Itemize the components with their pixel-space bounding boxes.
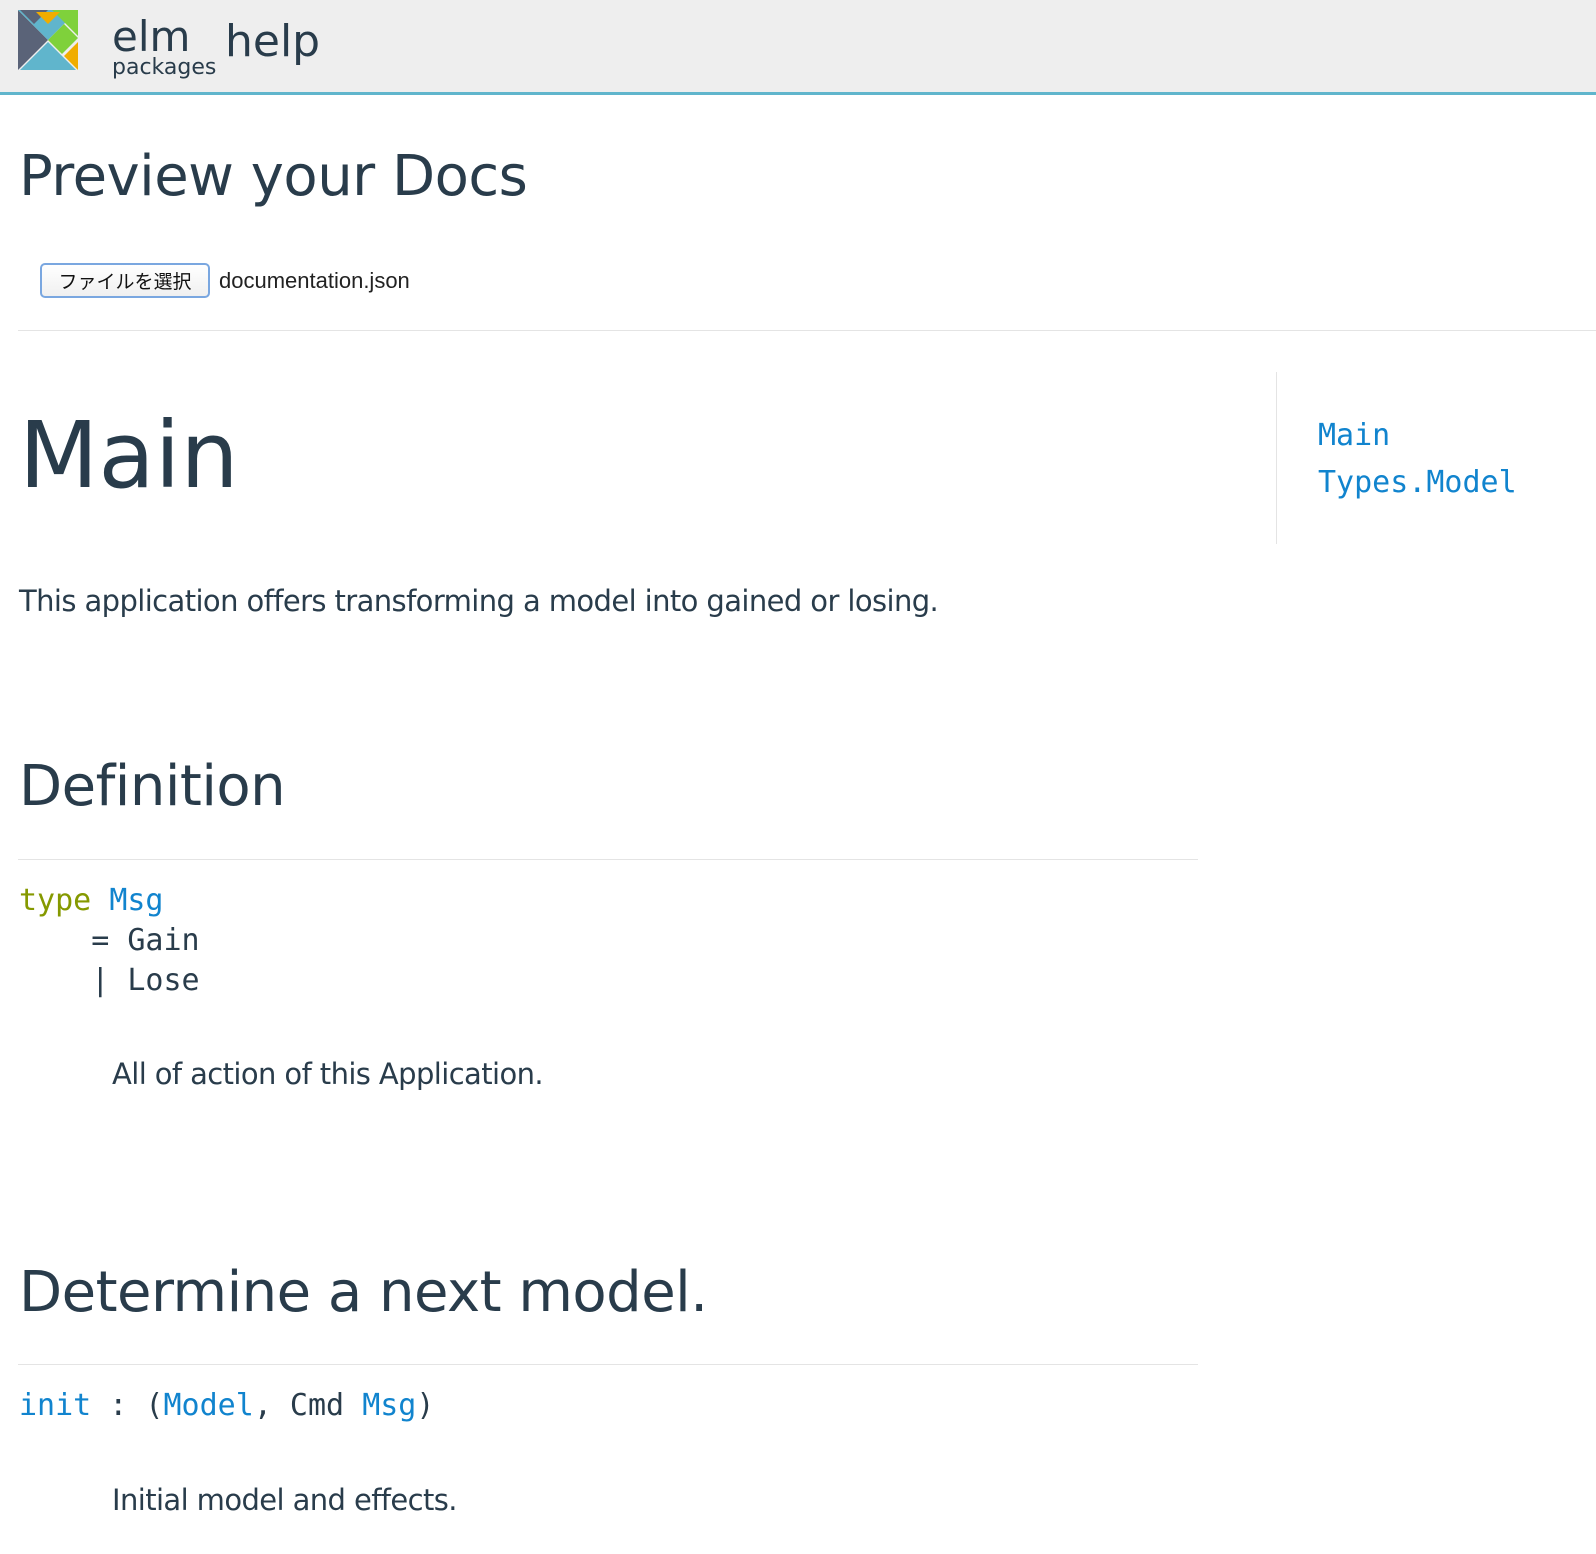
logo-packages-text: packages (112, 55, 217, 80)
code-line-prefix: | (19, 963, 128, 998)
module-description: This application offers transforming a m… (19, 584, 939, 618)
section-divider (18, 859, 1198, 860)
init-doc-comment: Initial model and effects. (112, 1483, 458, 1517)
constructor-lose: Lose (127, 963, 200, 998)
divider (18, 330, 1596, 331)
type-model-link[interactable]: Model (164, 1388, 254, 1423)
top-header: elm packages help (0, 0, 1596, 95)
init-signature: init : (Model, Cmd Msg) (19, 1386, 434, 1426)
code-line-prefix: = (19, 923, 128, 958)
module-title: Main (19, 402, 239, 509)
code-comma-cmd: , Cmd (253, 1388, 363, 1423)
section-divider (18, 1364, 1198, 1365)
type-msg-link[interactable]: Msg (362, 1388, 416, 1423)
page-title: Preview your Docs (19, 144, 528, 209)
code-close-paren: ) (416, 1388, 435, 1423)
help-link[interactable]: help (225, 14, 320, 70)
sidebar-link-types-model[interactable]: Types.Model (1318, 463, 1517, 503)
sidebar-link-main[interactable]: Main (1318, 416, 1390, 456)
type-msg-link[interactable]: Msg (109, 883, 163, 918)
constructor-gain: Gain (127, 923, 200, 958)
section-heading-definition: Definition (19, 754, 286, 819)
choose-file-button[interactable]: ファイルを選択 (40, 263, 210, 298)
section-heading-next-model: Determine a next model. (19, 1260, 708, 1325)
code-separator: : ( (91, 1388, 164, 1423)
init-link[interactable]: init (19, 1388, 91, 1423)
selected-file-name: documentation.json (219, 268, 410, 293)
msg-doc-comment: All of action of this Application. (112, 1057, 544, 1091)
type-msg-definition: type Msg = Gain | Lose (19, 881, 200, 1001)
code-keyword: type (19, 883, 92, 918)
module-sidebar: Main Types.Model (1276, 372, 1577, 544)
logo-elm-text: elm (112, 12, 191, 61)
elm-tangram-icon (18, 10, 78, 70)
